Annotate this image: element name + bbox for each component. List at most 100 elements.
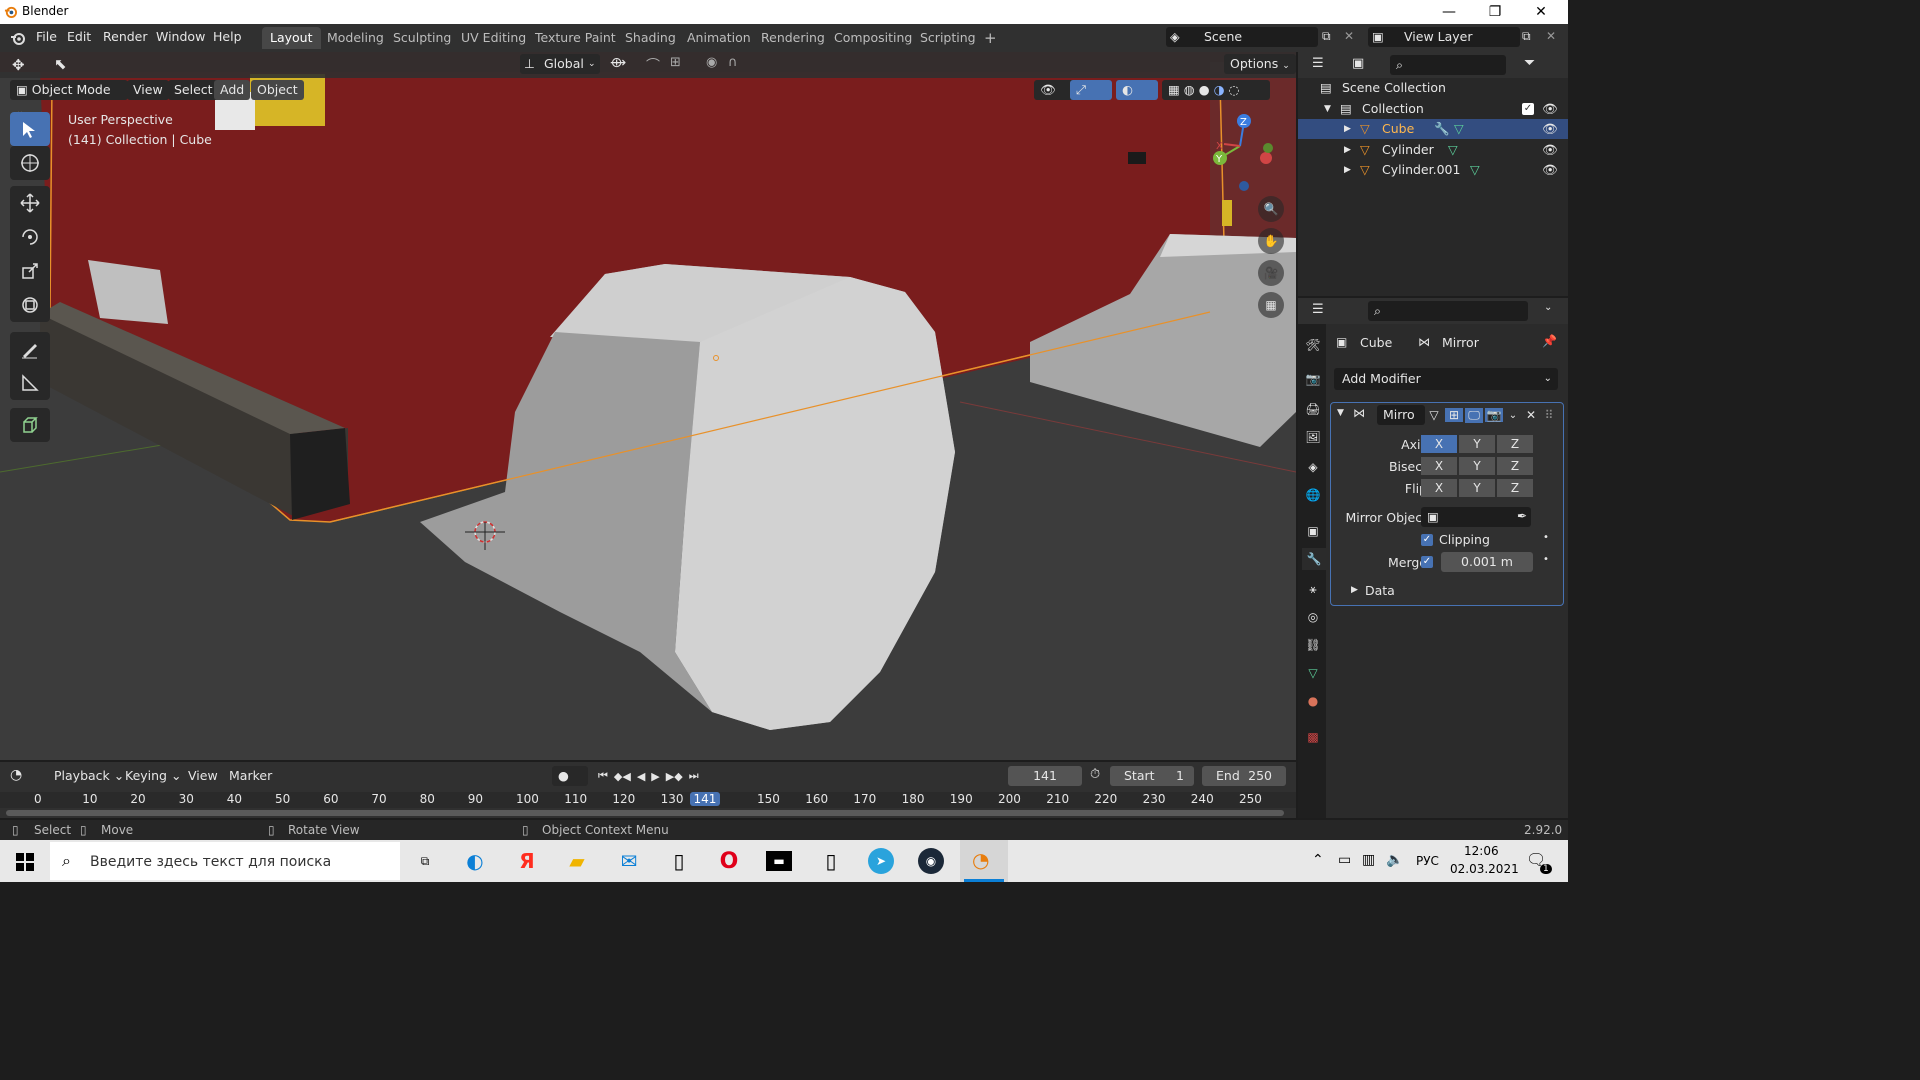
scene-tab-icon[interactable]: ◈ <box>1302 456 1324 478</box>
menu-window[interactable]: Window <box>156 29 205 44</box>
solid-shading-icon[interactable]: ● <box>1199 82 1210 97</box>
modifier-tab-icon[interactable]: 🔧 <box>1302 548 1326 570</box>
chevron-down-icon[interactable]: ⌄ <box>1505 410 1521 421</box>
view-layer-tab-icon[interactable]: 🖼 <box>1302 426 1324 448</box>
flip-z-toggle[interactable]: Z <box>1497 479 1533 497</box>
jump-start-icon[interactable]: ⏮ <box>598 769 608 783</box>
overlay-toggle-icon[interactable]: ◐ <box>1116 80 1158 100</box>
record-button[interactable]: ● <box>552 766 588 786</box>
rendered-shading-icon[interactable]: ◌ <box>1229 82 1240 97</box>
expand-arrow-icon[interactable]: ▶ <box>1344 119 1351 139</box>
menu-file[interactable]: File <box>36 29 57 44</box>
visibility-eye-icon[interactable]: 👁 <box>1542 160 1558 180</box>
pin-icon[interactable]: 📌 <box>1542 334 1557 348</box>
viewport-display-icon[interactable]: 🖵 <box>1465 407 1483 423</box>
merge-distance-field[interactable]: 0.001 m <box>1441 552 1533 572</box>
expand-arrow-icon[interactable]: ▶ <box>1344 140 1351 160</box>
tab-compositing[interactable]: Compositing <box>826 27 920 49</box>
chevron-down-icon[interactable]: ⌄ <box>1544 302 1552 313</box>
outliner-collection[interactable]: ▼ ▤ Collection ✓ 👁 <box>1298 99 1568 119</box>
select-box-tool-icon[interactable]: ⬉ <box>54 55 67 73</box>
flip-x-toggle[interactable]: X <box>1421 479 1457 497</box>
tab-texture-paint[interactable]: Texture Paint <box>527 27 624 49</box>
outliner-scene-collection[interactable]: ▤ Scene Collection <box>1298 78 1568 98</box>
object-mode-select[interactable]: ▣ Object Mode ⌄ <box>10 80 128 117</box>
preview-range-icon[interactable]: ⏱ <box>1090 767 1100 782</box>
delete-scene-icon[interactable]: ✕ <box>1344 29 1354 43</box>
prev-keyframe-icon[interactable]: ◆◀ <box>614 770 631 783</box>
file-explorer-icon[interactable]: ▰ <box>564 848 590 874</box>
material-shading-icon[interactable]: ◑ <box>1214 82 1225 97</box>
tool-tab-icon[interactable]: 🛠 <box>1302 334 1324 356</box>
minimize-button[interactable]: — <box>1426 2 1472 22</box>
object-tab-icon[interactable]: ▣ <box>1302 520 1324 542</box>
visibility-eye-icon[interactable]: 👁 <box>1542 119 1558 139</box>
properties-editor-type-icon[interactable]: ☰ <box>1312 302 1324 317</box>
document-2-icon[interactable]: ▯ <box>818 848 844 874</box>
outliner-editor-type-icon[interactable]: ☰ <box>1312 56 1324 71</box>
clipping-checkbox[interactable]: ✓ <box>1421 534 1433 546</box>
modifier-wrench-icon[interactable]: 🔧 <box>1434 119 1450 139</box>
task-view-icon[interactable]: ⧉ <box>412 848 438 874</box>
material-tab-icon[interactable]: ● <box>1302 690 1324 712</box>
edge-browser-icon[interactable]: ◐ <box>462 848 488 874</box>
add-workspace-icon[interactable]: + <box>976 27 1005 49</box>
expand-arrow-icon[interactable]: ▶ <box>1344 160 1351 180</box>
exclude-checkbox[interactable]: ✓ <box>1522 103 1534 115</box>
tab-shading[interactable]: Shading <box>617 27 684 49</box>
expand-arrow-icon[interactable]: ▶ <box>1351 585 1358 595</box>
tab-uv-editing[interactable]: UV Editing <box>453 27 534 49</box>
data-tab-icon[interactable]: ▽ <box>1302 662 1324 684</box>
axis-x-toggle[interactable]: X <box>1421 435 1457 453</box>
move-tool-icon[interactable] <box>10 186 50 220</box>
blender-menu-icon[interactable] <box>10 30 26 46</box>
snap-target-icon[interactable]: ⊞ <box>670 55 681 70</box>
axis-z-toggle[interactable]: Z <box>1497 435 1533 453</box>
display-mode-icon[interactable]: ▣ <box>1352 56 1364 71</box>
scene-selector[interactable]: ◈ Scene <box>1166 27 1318 47</box>
pivot-point-icon[interactable]: ⟴ <box>610 55 626 71</box>
timeline-editor-type-icon[interactable]: ◔ <box>10 767 22 783</box>
mesh-data-icon[interactable]: ▽ <box>1448 140 1458 160</box>
clock-time[interactable]: 12:06 <box>1464 844 1499 858</box>
eyedropper-icon[interactable]: ✒ <box>1517 509 1527 523</box>
menu-keying[interactable]: Keying ⌄ <box>125 768 181 783</box>
physics-tab-icon[interactable]: ◎ <box>1302 606 1324 628</box>
menu-object[interactable]: Object <box>251 80 304 100</box>
next-keyframe-icon[interactable]: ▶◆ <box>666 770 683 783</box>
visibility-eye-icon[interactable]: 👁 <box>1542 99 1558 119</box>
measure-tool-icon[interactable] <box>10 366 50 400</box>
particles-tab-icon[interactable]: ⚹ <box>1302 578 1324 600</box>
windows-start-icon[interactable] <box>16 853 34 871</box>
options-dropdown[interactable]: Options ⌄ <box>1224 54 1296 74</box>
yandex-browser-icon[interactable]: Я <box>514 848 540 874</box>
expand-arrow-icon[interactable]: ▼ <box>1324 99 1331 119</box>
mirror-object-field[interactable]: ▣ <box>1421 507 1531 527</box>
mesh-data-icon[interactable]: ▽ <box>1470 160 1480 180</box>
visibility-eye-icon[interactable]: 👁 <box>1542 140 1558 160</box>
cursor-tool-icon[interactable] <box>10 146 50 180</box>
transform-orientation-select[interactable]: ⊥ Global ⌄ <box>520 54 600 74</box>
pan-hand-icon[interactable]: ✋ <box>1258 228 1284 254</box>
rotate-tool-icon[interactable] <box>10 220 50 254</box>
terminal-icon[interactable]: ▬ <box>766 851 792 871</box>
start-frame-field[interactable]: Start 1 <box>1110 766 1194 786</box>
zoom-icon[interactable]: 🔍 <box>1258 196 1284 222</box>
bisect-x-toggle[interactable]: X <box>1421 457 1457 475</box>
outliner-item-cylinder-001[interactable]: ▶ ▽ Cylinder.001 ▽ 👁 <box>1298 160 1568 180</box>
view-layer-selector[interactable]: ▣ View Layer <box>1368 27 1520 47</box>
new-view-layer-icon[interactable]: ⧉ <box>1522 29 1531 44</box>
mesh-data-icon[interactable]: ▽ <box>1454 119 1464 139</box>
drag-handle-icon[interactable]: ⠿ <box>1541 408 1557 422</box>
menu-help[interactable]: Help <box>213 29 242 44</box>
remove-modifier-icon[interactable]: ✕ <box>1523 408 1539 422</box>
outliner-item-cylinder[interactable]: ▶ ▽ Cylinder ▽ 👁 <box>1298 140 1568 160</box>
tab-modeling[interactable]: Modeling <box>319 27 392 49</box>
editor-type-icon[interactable]: ✥ <box>12 56 25 74</box>
edit-mode-icon[interactable]: ⊞ <box>1445 408 1463 422</box>
frame-ruler[interactable]: 0 10 20 30 40 50 60 70 80 90 100 110 120 130 141 150 160… <box>0 792 1296 808</box>
modifier-name-field[interactable]: Mirro <box>1377 405 1425 425</box>
axis-y-toggle[interactable]: Y <box>1459 435 1495 453</box>
steam-icon[interactable]: ◉ <box>918 848 944 874</box>
tab-layout[interactable]: Layout <box>262 27 321 49</box>
